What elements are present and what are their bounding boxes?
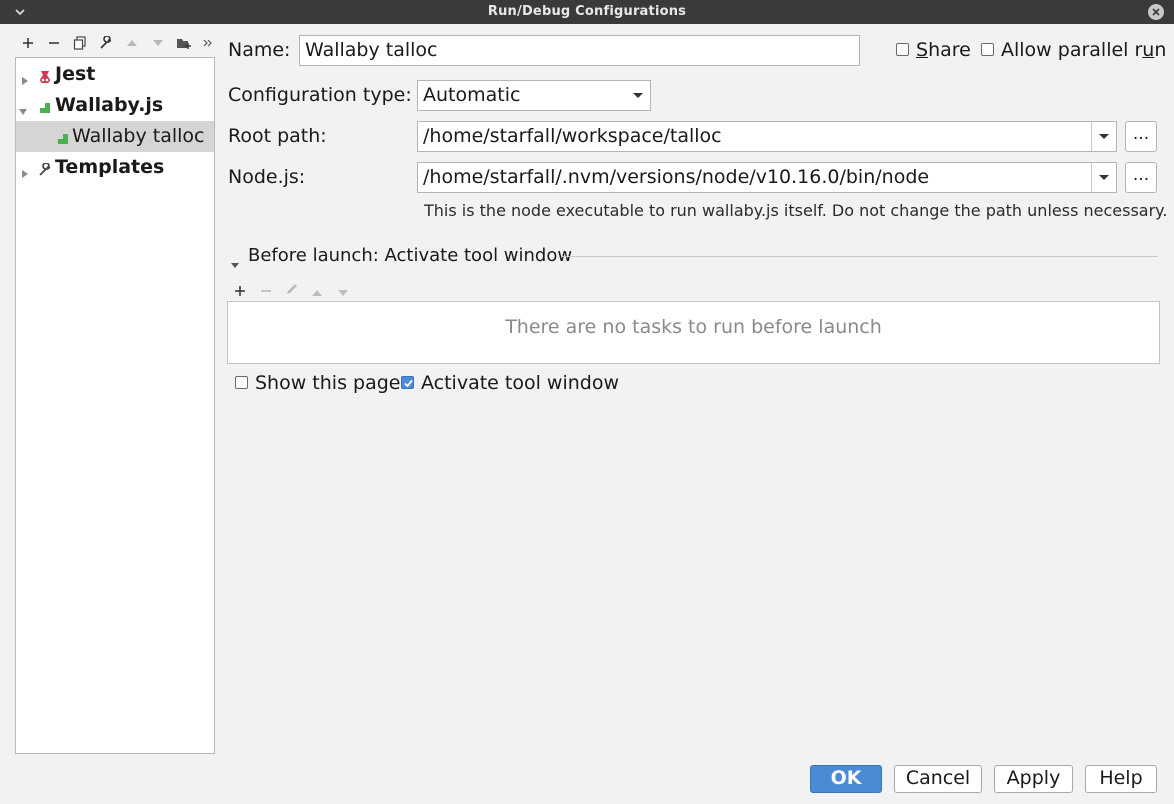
root-path-browse-button[interactable]: ... — [1125, 121, 1157, 152]
configuration-type-value: Automatic — [423, 84, 521, 106]
title-bar: Run/Debug Configurations — [0, 0, 1174, 24]
move-task-up-icon[interactable] — [311, 281, 323, 303]
activate-tool-window-label[interactable]: Activate tool window — [421, 372, 619, 394]
ok-button[interactable]: OK — [810, 765, 882, 793]
show-this-page-checkbox[interactable] — [235, 376, 248, 389]
dropdown-caret-icon[interactable] — [1099, 134, 1109, 139]
add-configuration-icon[interactable] — [17, 32, 39, 54]
edit-task-pencil-icon[interactable] — [285, 279, 299, 301]
edit-defaults-wrench-icon[interactable] — [95, 32, 117, 54]
share-label[interactable]: Share — [916, 39, 971, 61]
configuration-tree: Jest Wallaby.js Wallaby talloc Templates — [15, 57, 215, 754]
section-divider — [562, 256, 1158, 257]
activate-tool-window-checkbox[interactable] — [401, 376, 414, 389]
add-task-icon[interactable] — [234, 280, 246, 302]
nodejs-path-combo[interactable]: /home/starfall/.nvm/versions/node/v10.16… — [417, 162, 1117, 193]
configurations-toolbar — [16, 32, 216, 54]
section-collapse-icon[interactable] — [230, 253, 240, 275]
tree-item-wallaby-talloc[interactable]: Wallaby talloc — [16, 121, 214, 152]
wallaby-icon — [38, 98, 52, 113]
window-title: Run/Debug Configurations — [487, 4, 687, 19]
share-checkbox[interactable] — [896, 43, 909, 56]
more-actions-icon[interactable] — [197, 32, 219, 54]
new-folder-icon[interactable] — [173, 32, 195, 54]
wallaby-icon — [56, 129, 70, 144]
root-path-combo[interactable]: /home/starfall/workspace/talloc — [417, 121, 1117, 152]
nodejs-path-value: /home/starfall/.nvm/versions/node/v10.16… — [423, 166, 930, 188]
expand-arrow-icon[interactable] — [20, 162, 30, 178]
copy-configuration-icon[interactable] — [69, 32, 91, 54]
tree-item-label: Wallaby.js — [55, 94, 164, 116]
apply-button[interactable]: Apply — [994, 765, 1073, 793]
configuration-type-select[interactable]: Automatic — [417, 80, 651, 111]
move-up-icon[interactable] — [121, 32, 143, 54]
run-debug-configurations-dialog: Run/Debug Configurations Jest Wallaby.js… — [0, 0, 1174, 804]
collapse-arrow-icon[interactable] — [18, 100, 28, 115]
configuration-type-label: Configuration type: — [228, 84, 412, 106]
tree-item-jest[interactable]: Jest — [16, 59, 214, 90]
allow-parallel-run-label[interactable]: Allow parallel run — [1001, 39, 1166, 61]
name-input[interactable]: Wallaby talloc — [299, 35, 860, 66]
root-path-value: /home/starfall/workspace/talloc — [423, 125, 722, 147]
allow-parallel-run-checkbox[interactable] — [981, 43, 994, 56]
root-path-label: Root path: — [228, 125, 327, 147]
empty-tasks-text: There are no tasks to run before launch — [505, 316, 882, 338]
tree-item-label: Jest — [55, 63, 96, 85]
nodejs-label: Node.js: — [228, 166, 306, 188]
help-button[interactable]: Help — [1085, 765, 1157, 793]
name-label: Name: — [228, 39, 291, 61]
nodejs-hint: This is the node executable to run walla… — [424, 201, 1168, 220]
move-down-icon[interactable] — [147, 32, 169, 54]
tree-item-wallaby-js[interactable]: Wallaby.js — [16, 90, 214, 121]
dropdown-caret-icon[interactable] — [1099, 175, 1109, 180]
before-launch-task-list[interactable]: There are no tasks to run before launch — [227, 301, 1160, 364]
tree-item-templates[interactable]: Templates — [16, 152, 214, 183]
before-launch-title[interactable]: Before launch: Activate tool window — [248, 245, 572, 266]
remove-task-icon[interactable] — [260, 280, 272, 302]
nodejs-browse-button[interactable]: ... — [1125, 162, 1157, 193]
move-task-down-icon[interactable] — [337, 281, 349, 303]
jest-icon — [38, 67, 52, 84]
remove-configuration-icon[interactable] — [43, 32, 65, 54]
cancel-button[interactable]: Cancel — [894, 765, 982, 793]
dropdown-caret-icon — [633, 93, 643, 98]
tree-item-label: Wallaby talloc — [72, 125, 205, 147]
tree-item-label: Templates — [55, 156, 165, 178]
wrench-icon — [38, 160, 52, 176]
close-icon[interactable] — [1148, 4, 1164, 20]
show-this-page-label[interactable]: Show this page — [255, 372, 400, 394]
expand-arrow-icon[interactable] — [20, 69, 30, 85]
